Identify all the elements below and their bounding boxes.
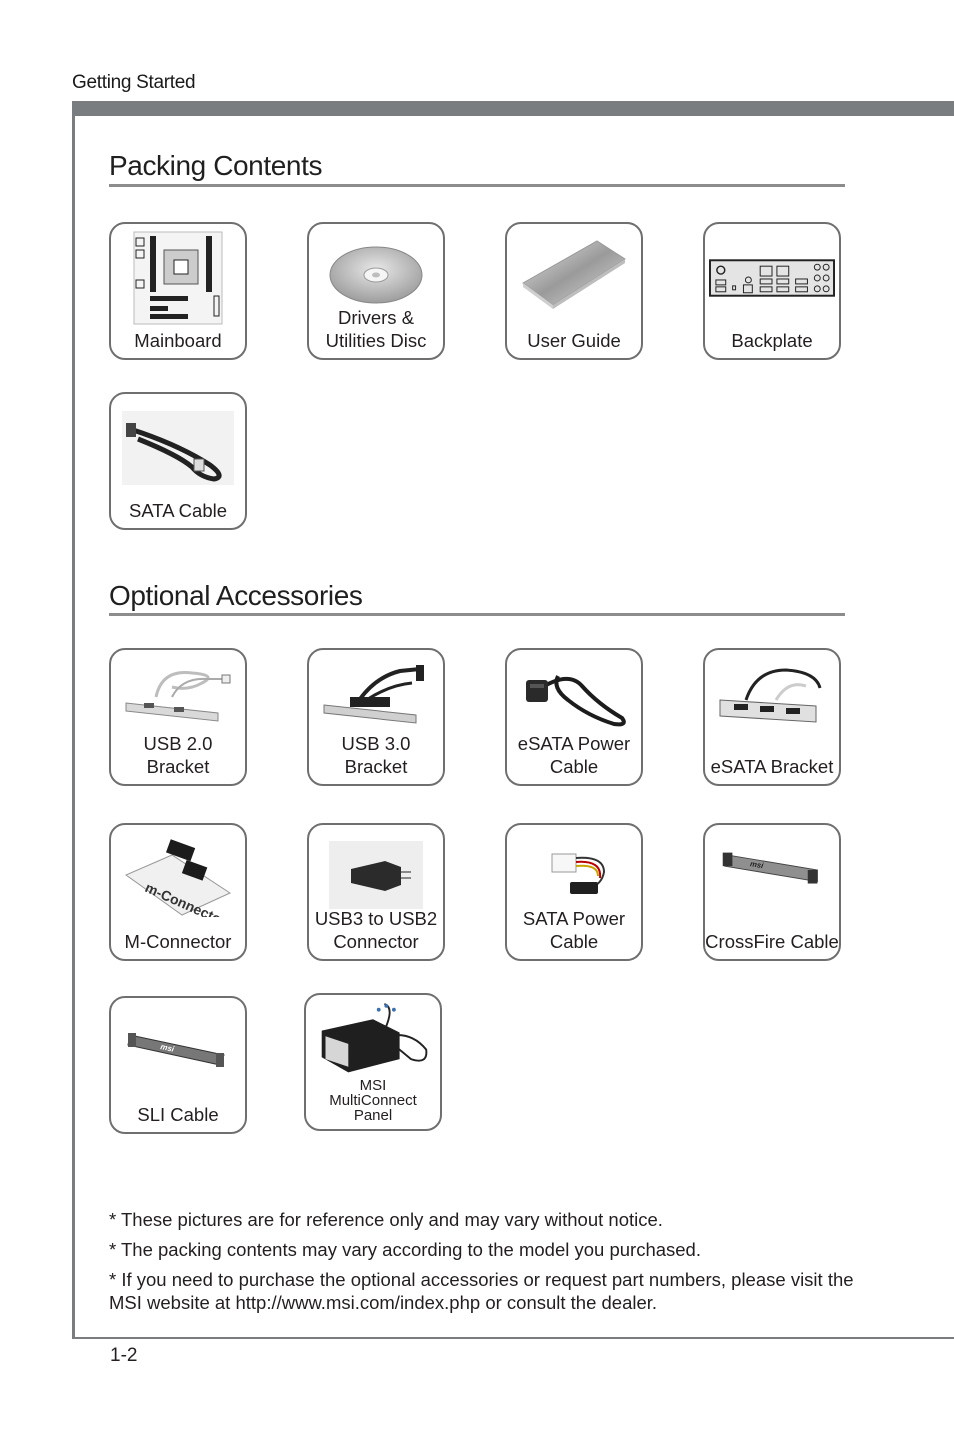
item-card-mainboard: Mainboard xyxy=(109,222,247,360)
item-label: USB 3.0 Bracket xyxy=(341,733,411,777)
item-label: SATA Power Cable xyxy=(522,908,626,952)
m-connector-icon: m-Connector xyxy=(121,831,235,921)
item-label: eSATA Bracket xyxy=(710,756,834,777)
item-card-usb3-to-usb2: USB3 to USB2 Connector xyxy=(307,823,445,961)
item-card-esata-bracket: eSATA Bracket xyxy=(703,648,841,786)
optional-accessories-title: Optional Accessories xyxy=(109,580,363,611)
optional-accessories-rule xyxy=(109,613,845,616)
manual-icon xyxy=(517,230,631,326)
item-label: SATA Cable xyxy=(128,500,228,521)
item-label: CrossFire Cable xyxy=(705,931,839,952)
item-card-sli-cable: msi SLI Cable xyxy=(109,996,247,1134)
item-card-sata-power-cable: SATA Power Cable xyxy=(505,823,643,961)
item-card-usb2-bracket: USB 2.0 Bracket xyxy=(109,648,247,786)
packing-contents-rule xyxy=(109,184,845,187)
sata-power-cable-icon xyxy=(517,831,631,915)
item-card-multiconnect-panel: MSI MultiConnect Panel xyxy=(304,993,442,1131)
item-card-backplate: Backplate xyxy=(703,222,841,360)
item-label: M-Connector xyxy=(124,931,232,952)
item-card-user-guide: User Guide xyxy=(505,222,643,360)
item-card-usb3-bracket: USB 3.0 Bracket xyxy=(307,648,445,786)
item-label: Backplate xyxy=(731,330,813,351)
item-card-crossfire-cable: msi CrossFire Cable xyxy=(703,823,841,961)
item-label: eSATA Power Cable xyxy=(517,733,631,777)
item-label: USB3 to USB2 Connector xyxy=(314,908,438,952)
mainboard-icon xyxy=(121,230,235,326)
usb-adapter-icon xyxy=(319,839,433,911)
packing-contents-title: Packing Contents xyxy=(109,150,323,181)
sata-cable-icon xyxy=(121,408,235,488)
note-item: * If you need to purchase the optional a… xyxy=(109,1269,854,1313)
item-card-driver-disc: Drivers & Utilities Disc xyxy=(307,222,445,360)
usb3-bracket-icon xyxy=(319,656,433,740)
notes-list: * These pictures are for reference only … xyxy=(109,1208,859,1321)
item-label: Mainboard xyxy=(134,330,222,351)
io-backplate-icon xyxy=(709,230,835,326)
usb2-bracket-icon xyxy=(121,656,235,740)
item-label: MSI MultiConnect Panel xyxy=(329,1077,417,1124)
crossfire-bridge-icon: msi xyxy=(715,831,829,909)
note-item: * These pictures are for reference only … xyxy=(109,1209,663,1230)
multiconnect-panel-icon xyxy=(316,999,430,1085)
note-item: * The packing contents may vary accordin… xyxy=(109,1239,701,1260)
item-label: SLI Cable xyxy=(137,1104,219,1125)
left-margin-rule xyxy=(72,101,75,1339)
header-bar xyxy=(72,101,954,116)
esata-power-cable-icon xyxy=(517,656,631,740)
item-label: User Guide xyxy=(527,330,621,351)
disc-icon xyxy=(319,230,433,314)
item-card-sata-cable: SATA Cable xyxy=(109,392,247,530)
item-card-esata-power-cable: eSATA Power Cable xyxy=(505,648,643,786)
footer-rule xyxy=(72,1337,954,1339)
esata-bracket-icon xyxy=(715,656,829,740)
sli-bridge-icon: msi xyxy=(121,1004,235,1094)
item-label: Drivers & Utilities Disc xyxy=(325,307,427,351)
page-number: 1-2 xyxy=(110,1345,138,1366)
item-label: USB 2.0 Bracket xyxy=(143,733,213,777)
item-card-m-connector: m-Connector M-Connector xyxy=(109,823,247,961)
chapter-label: Getting Started xyxy=(72,72,196,93)
